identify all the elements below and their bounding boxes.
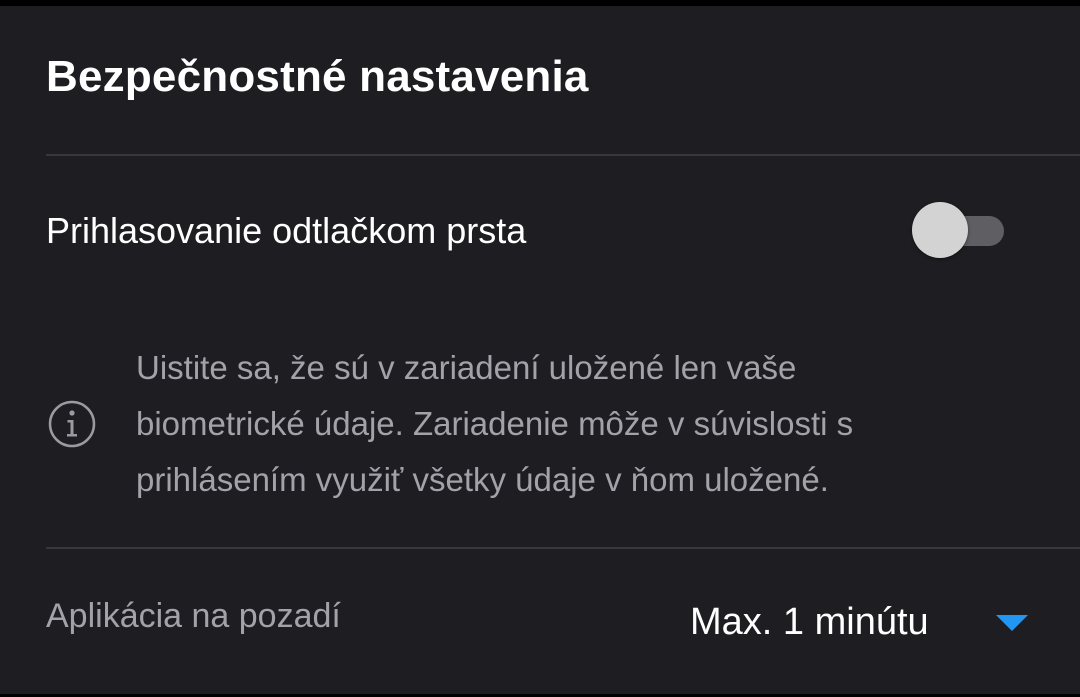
info-circle-icon [48, 400, 96, 448]
fingerprint-login-row[interactable]: Prihlasovanie odtlačkom prsta [0, 186, 1080, 276]
divider [46, 547, 1080, 549]
info-text-line: biometrické údaje. Zariadenie môže v súv… [136, 405, 854, 442]
fingerprint-login-label: Prihlasovanie odtlačkom prsta [46, 210, 527, 251]
page-title: Bezpečnostné nastavenia [46, 52, 589, 101]
fingerprint-login-toggle[interactable] [912, 200, 1004, 260]
divider [46, 154, 1080, 156]
dropdown-arrow-icon [996, 615, 1028, 631]
info-text-line: Uistite sa, že sú v zariadení uložené le… [136, 349, 797, 386]
dropdown-selected-value: Max. 1 minútu [690, 601, 929, 643]
background-app-row: Aplikácia na pozadí Max. 1 minútu [0, 585, 1080, 665]
background-app-label: Aplikácia na pozadí [46, 597, 341, 635]
biometric-info-note: Uistite sa, že sú v zariadení uložené le… [0, 340, 1080, 510]
info-text-line: prihlásením využiť všetky údaje v ňom ul… [136, 461, 829, 498]
background-app-dropdown[interactable]: Max. 1 minútu [690, 599, 1040, 649]
status-bar-edge [0, 0, 1080, 6]
toggle-thumb [912, 202, 968, 258]
info-text: Uistite sa, že sú v zariadení uložené le… [136, 340, 1036, 508]
